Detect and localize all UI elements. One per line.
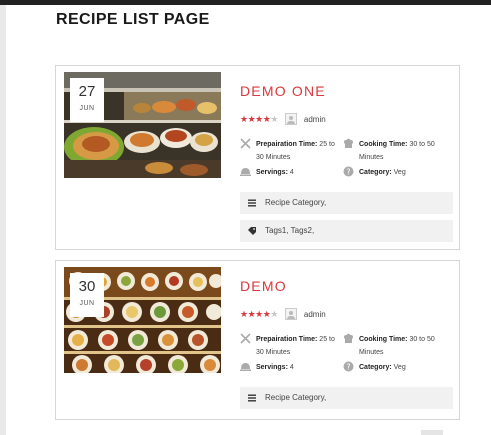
recipe-card: 27 JUN DEMO ONE ★★★★★ admin Prepairation… [55,65,460,250]
cloche-icon [240,168,251,176]
category: ? Category: Veg [343,361,454,374]
help-circle-icon: ? [343,361,354,372]
svg-text:?: ? [346,362,350,371]
rating-row: ★★★★★ admin [240,113,326,125]
servings-value: 4 [289,169,294,176]
recipe-category-link[interactable]: Recipe Category, [265,387,326,409]
tag-icon [248,227,256,235]
author-link[interactable]: admin [304,310,326,319]
star-icon: ★ [240,114,248,124]
category-label: Category: [359,169,392,176]
tags-row: Tags1, Tags2, [240,220,453,242]
prep-time: Prepairation Time: 25 to 30 Minutes [240,138,342,164]
category-label: Category: [359,364,392,371]
date-month: JUN [79,105,95,112]
list-icon [248,394,256,402]
cook-time: Cooking Time: 30 to 50 Minutes [343,138,454,164]
rating-row: ★★★★★ admin [240,308,326,320]
date-badge: 27 JUN [70,78,104,122]
category: ? Category: Veg [343,166,454,179]
date-day: 27 [78,83,96,100]
prep-label: Prepairation Time: [256,141,318,148]
date-day: 30 [78,278,96,295]
svg-text:?: ? [346,167,350,176]
servings: Servings: 4 [240,361,342,374]
cloche-icon [240,363,251,371]
recipe-category-row: Recipe Category, [240,192,453,214]
star-rating: ★★★★★ [240,113,278,125]
servings-value: 4 [289,364,294,371]
star-icon: ★ [255,114,263,124]
star-empty-icon: ★ [270,309,278,319]
cook-time: Cooking Time: 30 to 50 Minutes [343,333,454,359]
recipe-title-link[interactable]: DEMO [240,278,287,294]
top-bar [0,0,491,5]
date-month: JUN [79,300,95,307]
category-value: Veg [393,169,406,176]
utensils-icon [240,138,251,149]
chef-hat-icon [344,138,353,148]
recipe-card: 30 JUN DEMO ★★★★★ admin Prepairation Tim… [55,260,460,420]
cook-label: Cooking Time: [359,141,408,148]
tags-link[interactable]: Tags1, Tags2, [265,220,314,242]
servings: Servings: 4 [240,166,342,179]
servings-label: Servings: [256,169,288,176]
page-title: RECIPE LIST PAGE [56,11,210,28]
star-icon: ★ [240,309,248,319]
cook-label: Cooking Time: [359,336,408,343]
utensils-icon [240,333,251,344]
left-sidebar-edge [0,5,6,435]
recipe-category-row: Recipe Category, [240,387,453,409]
star-icon: ★ [255,309,263,319]
recipe-image[interactable]: 30 JUN [64,267,221,373]
star-rating: ★★★★★ [240,308,278,320]
help-circle-icon: ? [343,166,354,177]
user-avatar-icon [284,308,297,320]
prep-label: Prepairation Time: [256,336,318,343]
author-link[interactable]: admin [304,115,326,124]
recipe-image[interactable]: 27 JUN [64,72,221,178]
date-badge: 30 JUN [70,273,104,317]
prep-time: Prepairation Time: 25 to 30 Minutes [240,333,342,359]
user-avatar-icon [284,113,297,125]
recipe-title-link[interactable]: DEMO ONE [240,83,326,99]
servings-label: Servings: [256,364,288,371]
star-empty-icon: ★ [270,114,278,124]
pagination-button[interactable] [421,430,443,435]
recipe-category-link[interactable]: Recipe Category, [265,192,326,214]
list-icon [248,199,256,207]
category-value: Veg [393,364,406,371]
chef-hat-icon [344,333,353,343]
